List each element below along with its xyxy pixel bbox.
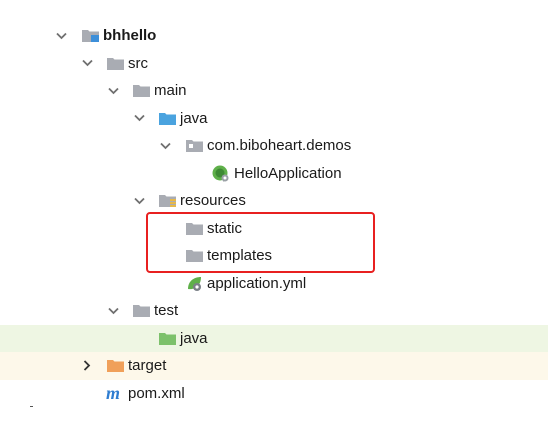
tree-row-target[interactable]: target [0,352,548,380]
tree-row-application-yml[interactable]: application.yml [0,270,548,298]
project-tree: bhhello src main java com.biboheart.demo… [0,22,548,407]
source-folder-icon [159,112,176,125]
divider [30,406,33,407]
chevron-down-icon[interactable] [54,22,68,50]
spring-config-file-icon [186,275,203,292]
resources-folder-icon [159,194,176,207]
project-folder-icon [82,29,99,42]
chevron-down-icon[interactable] [132,187,146,215]
folder-icon [133,84,150,97]
tree-label: java [180,109,208,127]
excluded-folder-icon [107,359,124,372]
chevron-down-icon[interactable] [132,105,146,133]
tree-label: java [180,329,208,347]
tree-row-static[interactable]: static [0,215,548,243]
chevron-right-icon[interactable] [80,352,94,380]
package-icon [186,139,203,152]
tree-row-package[interactable]: com.biboheart.demos [0,132,548,160]
chevron-down-icon[interactable] [158,132,172,160]
tree-label: static [207,219,243,237]
tree-label: src [128,54,148,72]
tree-row-templates[interactable]: templates [0,242,548,270]
tree-label: com.biboheart.demos [207,137,352,154]
tree-row-helloapplication[interactable]: HelloApplication [0,160,548,188]
spring-boot-class-icon [212,165,229,182]
tree-label: main [154,82,187,99]
tree-label: target [128,357,167,374]
folder-icon [186,249,203,262]
chevron-down-icon[interactable] [106,297,120,325]
tree-label: pom.xml [128,384,185,402]
tree-label: HelloApplication [234,164,342,182]
tree-row-bhhello[interactable]: bhhello [0,22,548,50]
tree-row-java-test[interactable]: java [0,324,548,352]
tree-label: bhhello [103,27,157,44]
tree-label: test [154,302,179,319]
chevron-down-icon[interactable] [80,50,94,78]
test-folder-icon [159,332,176,345]
maven-file-icon: m [106,384,126,402]
tree-label: application.yml [207,274,307,292]
tree-row-test[interactable]: test [0,297,548,325]
tree-row-resources[interactable]: resources [0,187,548,215]
tree-label: resources [180,192,246,209]
folder-icon [186,222,203,235]
folder-icon [107,57,124,70]
folder-icon [133,304,150,317]
tree-label: templates [207,247,273,264]
tree-row-java-main[interactable]: java [0,105,548,133]
chevron-down-icon[interactable] [106,77,120,105]
tree-row-src[interactable]: src [0,50,548,78]
tree-row-main[interactable]: main [0,77,548,105]
tree-row-pom[interactable]: m pom.xml [0,380,548,408]
svg-text:m: m [106,384,120,402]
